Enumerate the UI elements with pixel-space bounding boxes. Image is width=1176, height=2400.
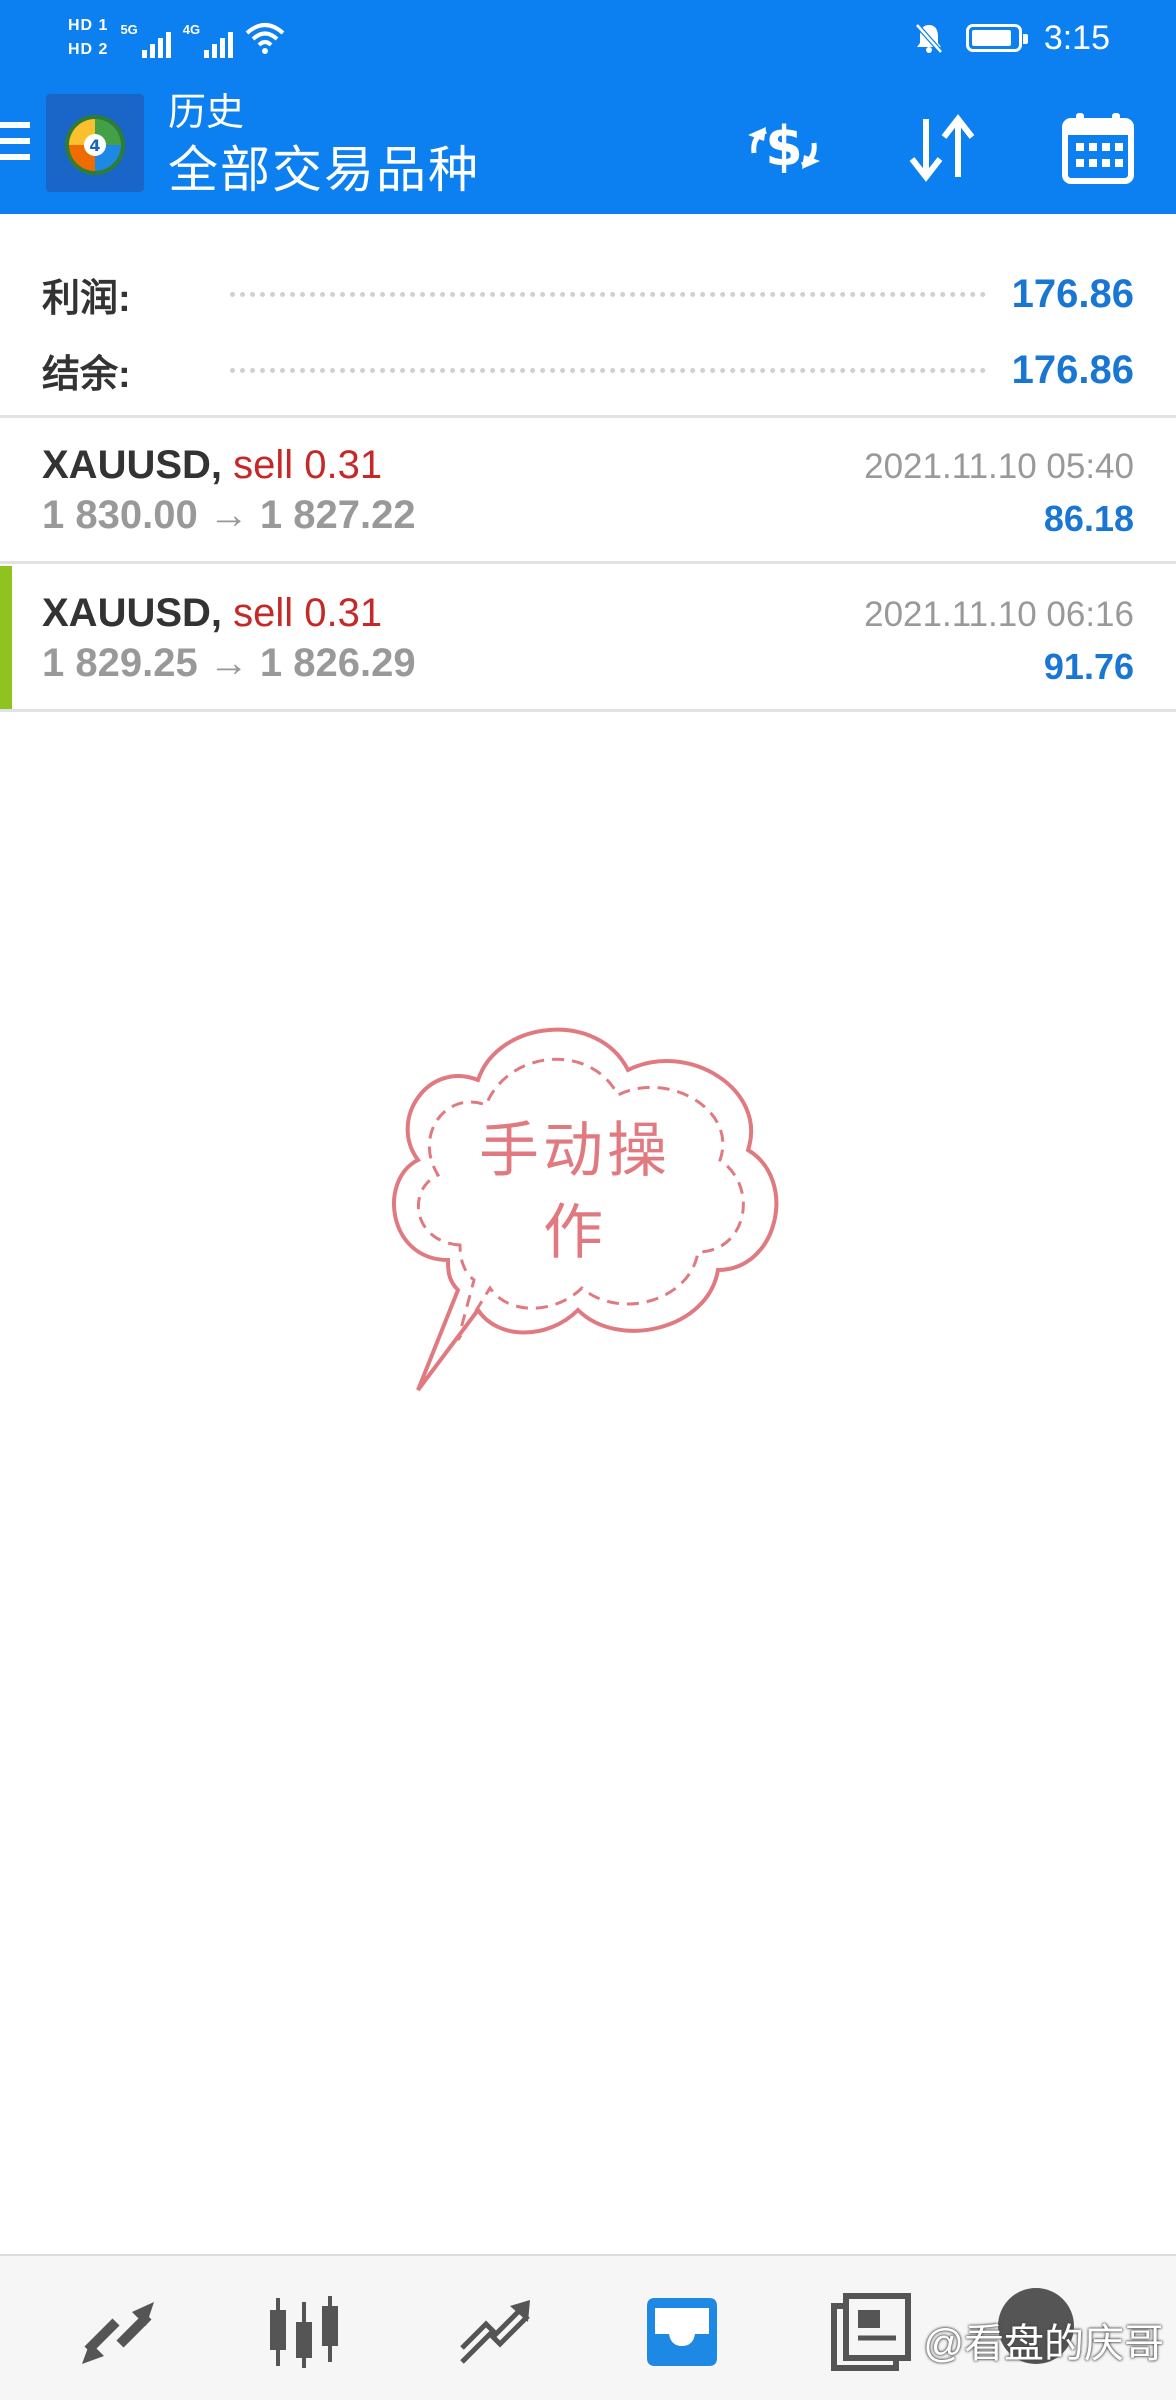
- symbol-filter[interactable]: 全部交易品种: [168, 140, 480, 200]
- deal-row[interactable]: XAUUSD, sell 0.31 1 829.25 → 1 826.29 20…: [0, 566, 1176, 712]
- balance-row: 结余: 176.86: [42, 340, 1134, 400]
- deal-header: XAUUSD, sell 0.31: [42, 588, 382, 638]
- page-title: 历史: [168, 92, 245, 134]
- battery-icon: [965, 24, 1028, 52]
- status-right: 3:15: [914, 8, 1110, 68]
- deal-prices: 1 829.25 → 1 826.29: [42, 641, 416, 685]
- dotted-leader: [230, 291, 986, 297]
- status-left: HD 1 HD 2 5G 4G: [68, 8, 285, 68]
- network-type-2: 4G: [182, 22, 201, 37]
- sort-icon[interactable]: [900, 106, 984, 190]
- battery-level: [971, 30, 1012, 46]
- sim1-label: HD 1: [68, 17, 109, 34]
- messages-icon[interactable]: [824, 2284, 920, 2380]
- svg-text:4: 4: [89, 136, 100, 155]
- currency-exchange-icon[interactable]: $: [742, 106, 826, 190]
- deal-time: 2021.11.10 06:16: [864, 595, 1134, 634]
- svg-text:$: $: [765, 115, 803, 178]
- deal-row[interactable]: XAUUSD, sell 0.31 1 830.00 → 1 827.22 20…: [0, 418, 1176, 564]
- deal-profit: 86.18: [1043, 498, 1134, 539]
- deal-header: XAUUSD, sell 0.31: [42, 440, 382, 490]
- signal-icon-2: 4G: [182, 18, 234, 58]
- sim2-label: HD 2: [68, 41, 109, 58]
- signal-icon: 5G: [120, 18, 171, 58]
- deal-prices: 1 830.00 → 1 827.22: [42, 493, 416, 537]
- status-bar: HD 1 HD 2 5G 4G 3:15: [0, 0, 1176, 76]
- wifi-icon: [245, 23, 285, 54]
- quotes-icon[interactable]: [70, 2284, 166, 2380]
- trade-icon[interactable]: [446, 2284, 542, 2380]
- deal-type: sell 0.31: [233, 591, 383, 635]
- balance-label: 结余:: [42, 353, 131, 396]
- history-icon[interactable]: [634, 2284, 730, 2380]
- app-bar: 4 历史 全部交易品种 $: [0, 76, 1176, 214]
- dotted-leader: [230, 367, 986, 373]
- deal-profit: 91.76: [1043, 646, 1134, 687]
- deal-time: 2021.11.10 05:40: [864, 447, 1134, 486]
- stamp-text: 手动操作: [479, 1117, 671, 1266]
- calendar-icon[interactable]: [1056, 106, 1140, 190]
- chart-icon[interactable]: [256, 2284, 352, 2380]
- history-summary: 利润: 176.86 结余: 176.86: [0, 214, 1176, 418]
- deal-symbol: XAUUSD,: [42, 443, 223, 487]
- mute-bell-icon: [914, 23, 943, 54]
- network-type-1: 5G: [120, 22, 138, 37]
- balance-value: 176.86: [1011, 347, 1134, 392]
- bottom-nav: @看盘的庆哥: [0, 2254, 1176, 2400]
- profit-label: 利润:: [42, 277, 131, 320]
- profit-value: 176.86: [1011, 271, 1134, 316]
- sim-labels: HD 1 HD 2: [68, 16, 108, 60]
- deal-type: sell 0.31: [233, 443, 383, 487]
- watermark: @看盘的庆哥: [923, 2322, 1164, 2366]
- menu-icon[interactable]: [0, 116, 32, 166]
- deal-symbol: XAUUSD,: [42, 591, 223, 635]
- clock: 3:15: [1043, 18, 1110, 57]
- metatrader-logo[interactable]: 4: [46, 94, 144, 192]
- speech-bubble-stamp: 手动操作: [368, 1010, 808, 1400]
- profit-row: 利润: 176.86: [42, 264, 1134, 324]
